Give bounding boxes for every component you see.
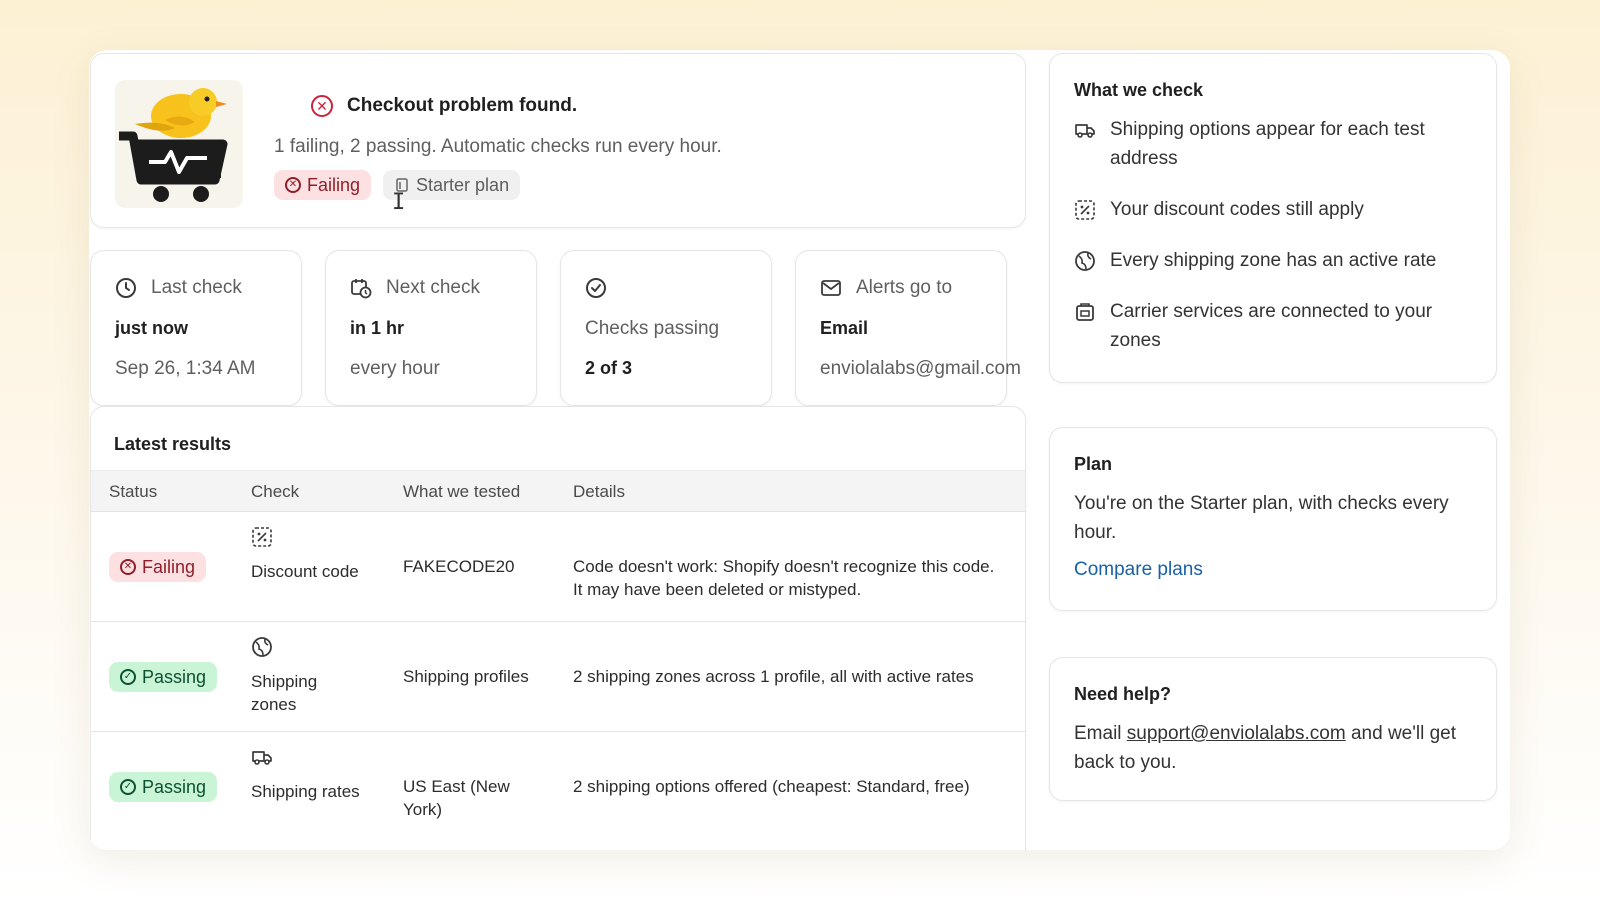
stat-card-next-check: Next check in 1 hr every hour xyxy=(325,250,537,406)
stat-label: Alerts go to xyxy=(856,277,953,298)
column-header-check: Check xyxy=(251,482,300,501)
check-cell: Shipping rates xyxy=(251,746,361,803)
tested-value: FAKECODE20 xyxy=(403,557,515,576)
list-item-label: Shipping options appear for each test ad… xyxy=(1110,119,1425,169)
section-title: Need help? xyxy=(1074,684,1172,704)
check-name: Shipping rates xyxy=(251,782,360,801)
globe-icon xyxy=(1075,251,1095,271)
stat-card-checks-passing: Checks passing 2 of 3 xyxy=(560,250,772,406)
stat-card-alerts: Alerts go to Email enviolalabs@gmail.com xyxy=(795,250,1021,406)
details-text: 2 shipping zones across 1 profile, all w… xyxy=(573,667,974,686)
title-text: Checkout problem found. xyxy=(347,95,578,116)
what-we-check-card: What we check Shipping options appear fo… xyxy=(1049,53,1497,383)
stat-sub: every hour xyxy=(350,358,440,379)
table-row: ✓ Passing Shipping zones Shipping profil… xyxy=(91,622,1025,732)
status-cell: ✕ Failing xyxy=(109,552,207,582)
stat-sub: Sep 26, 1:34 AM xyxy=(115,358,256,379)
discount-icon xyxy=(1075,200,1095,220)
list-item-label: Carrier services are connected to your z… xyxy=(1110,301,1433,351)
list-item: Carrier services are connected to your z… xyxy=(1074,297,1472,355)
page-title: ✕ Checkout problem found. xyxy=(311,95,577,117)
column-header-status: Status xyxy=(109,482,158,501)
list-item: Every shipping zone has an active rate xyxy=(1074,246,1472,275)
table-header: Status Check What we tested Details xyxy=(91,470,1025,512)
latest-results-card: Latest results Status Check What we test… xyxy=(90,406,1026,850)
status-badge: ✕ Failing xyxy=(274,170,372,200)
text-cursor-icon: I xyxy=(392,190,406,215)
help-card: Need help? Email support@enviolalabs.com… xyxy=(1049,657,1497,801)
details-text: Code doesn't work: Shopify doesn't recog… xyxy=(573,557,995,599)
details-text: 2 shipping options offered (cheapest: St… xyxy=(573,777,970,796)
status-label: Failing xyxy=(142,556,196,577)
list-item: Shipping options appear for each test ad… xyxy=(1074,115,1472,173)
app-logo xyxy=(115,80,243,208)
support-email-link[interactable]: support@enviolalabs.com xyxy=(1127,723,1346,744)
package-icon xyxy=(1076,303,1094,321)
check-cell: Discount code xyxy=(251,526,361,583)
tested-value: Shipping profiles xyxy=(403,667,529,686)
app-frame: ✕ Checkout problem found. 1 failing, 2 p… xyxy=(89,50,1510,850)
error-icon: ✕ xyxy=(311,95,333,117)
error-icon: ✕ xyxy=(120,559,136,575)
stat-label: Last check xyxy=(151,277,242,298)
status-cell: ✓ Passing xyxy=(109,772,218,802)
plan-description: You're on the Starter plan, with checks … xyxy=(1074,493,1449,543)
plan-badge-label: Starter plan xyxy=(416,174,510,195)
table-row: ✓ Passing Shipping rates US East (New Yo… xyxy=(91,732,1025,842)
truck-icon xyxy=(252,751,272,765)
status-badge: ✓ Passing xyxy=(109,772,218,802)
check-name: Discount code xyxy=(251,562,359,581)
stat-label-row: Next check xyxy=(350,277,480,299)
clock-icon xyxy=(116,278,136,298)
help-text: Email support@enviolalabs.com and we'll … xyxy=(1074,719,1472,777)
status-badge: ✕ Failing xyxy=(109,552,207,582)
status-label: Passing xyxy=(142,666,207,687)
check-name: Shipping zones xyxy=(251,672,318,714)
alert-email: enviolalabs@gmail.com xyxy=(820,358,1021,379)
compare-plans-link[interactable]: Compare plans xyxy=(1074,559,1203,580)
error-icon: ✕ xyxy=(285,177,301,193)
check-circle-icon: ✓ xyxy=(120,779,136,795)
check-circle-icon xyxy=(586,278,606,298)
stat-label: Next check xyxy=(386,277,480,298)
status-label: Passing xyxy=(142,776,207,797)
calendar-clock-icon xyxy=(351,279,372,299)
stat-card-last-check: Last check just now Sep 26, 1:34 AM xyxy=(90,250,302,406)
plan-card: Plan You're on the Starter plan, with ch… xyxy=(1049,427,1497,611)
stat-value: just now xyxy=(115,318,188,338)
section-title: What we check xyxy=(1074,80,1204,100)
list-item-label: Every shipping zone has an active rate xyxy=(1110,250,1437,271)
stat-label-row xyxy=(585,277,607,299)
stat-value: in 1 hr xyxy=(350,318,405,338)
status-badge: ✓ Passing xyxy=(109,662,218,692)
status-badge-label: Failing xyxy=(307,174,361,195)
check-circle-icon: ✓ xyxy=(120,669,136,685)
globe-icon xyxy=(252,637,272,657)
table-row: ✕ Failing Discount code FAKECODE20 Code … xyxy=(91,512,1025,622)
mail-icon xyxy=(821,280,841,296)
discount-icon xyxy=(252,527,272,547)
status-cell: ✓ Passing xyxy=(109,662,218,692)
stat-label: Checks passing xyxy=(585,318,720,339)
status-header-card: ✕ Checkout problem found. 1 failing, 2 p… xyxy=(90,53,1026,228)
section-title: Latest results xyxy=(114,434,232,454)
stat-value: Email xyxy=(820,318,869,338)
list-item-label: Your discount codes still apply xyxy=(1110,199,1364,220)
stat-label-row: Alerts go to xyxy=(820,277,952,299)
summary-text: 1 failing, 2 passing. Automatic checks r… xyxy=(274,136,722,157)
check-cell: Shipping zones xyxy=(251,636,361,716)
stat-label-row: Last check xyxy=(115,277,242,299)
column-header-details: Details xyxy=(573,482,625,501)
stat-value: 2 of 3 xyxy=(585,358,633,378)
truck-icon xyxy=(1075,124,1095,138)
list-item: Your discount codes still apply xyxy=(1074,195,1472,224)
help-prefix: Email xyxy=(1074,723,1127,744)
tested-value: US East (New York) xyxy=(403,777,510,819)
section-title: Plan xyxy=(1074,454,1113,474)
column-header-tested: What we tested xyxy=(403,482,521,501)
